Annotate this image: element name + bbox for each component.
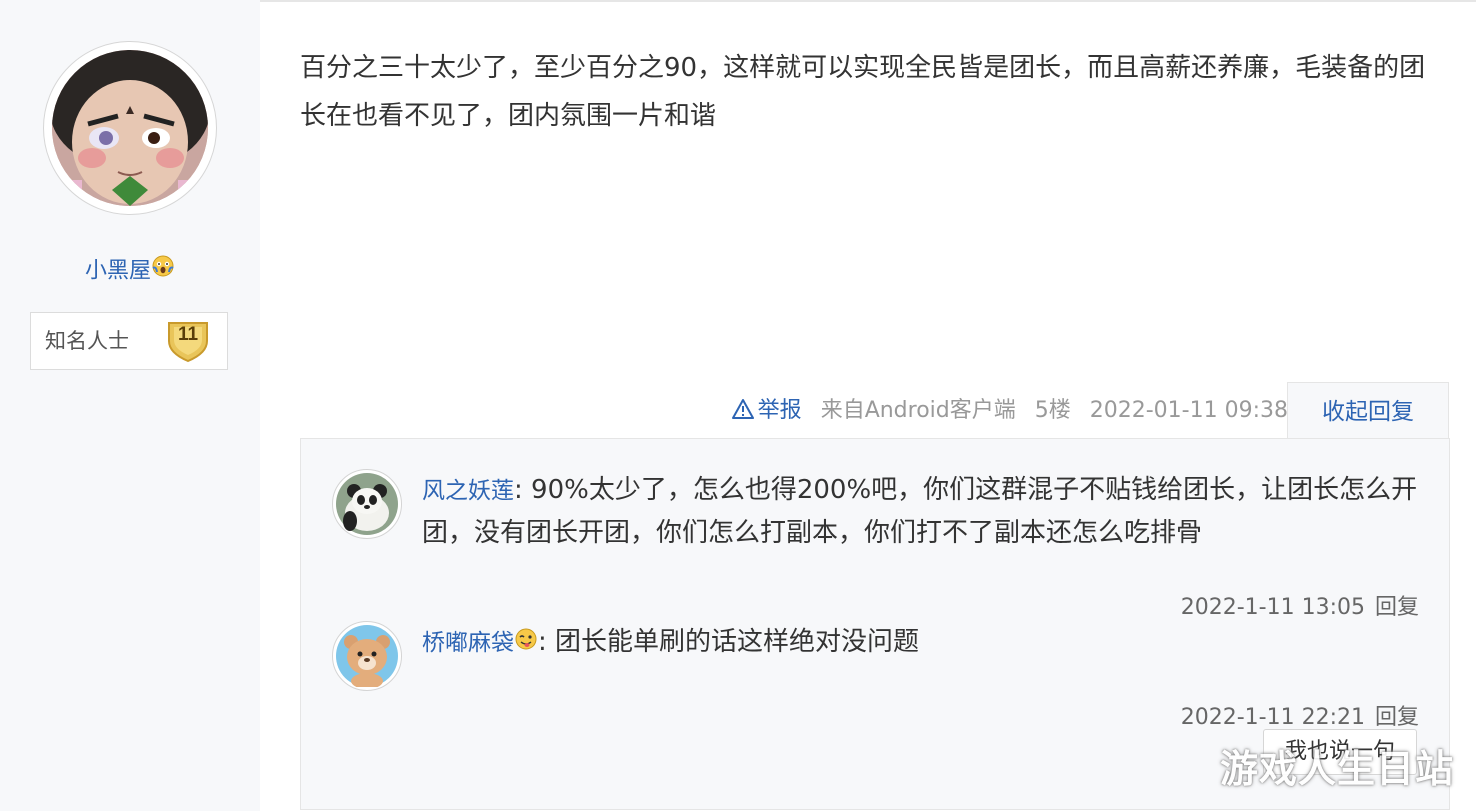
reply-content: 桥嘟麻袋 : 团长能单刷的话这样绝对没问题: [422, 621, 1422, 664]
report-label: 举报: [757, 398, 802, 423]
reply-time: 2022-1-11 13:05: [1180, 595, 1365, 620]
post-content: 百分之三十太少了，至少百分之90，这样就可以实现全民皆是团长，而且高薪还养廉，毛…: [300, 53, 1426, 131]
reply-avatar[interactable]: [332, 469, 402, 539]
warning-icon: [731, 397, 754, 431]
reply-avatar[interactable]: [332, 621, 402, 691]
reply-button[interactable]: 回复: [1375, 595, 1419, 620]
watermark: 游戏人生日站: [1219, 747, 1454, 791]
tongue-wink-emoji-icon: [514, 622, 538, 664]
reply-text: : 团长能单刷的话这样绝对没问题: [538, 627, 920, 657]
reply-button[interactable]: 回复: [1375, 705, 1419, 730]
reply-text: : 90%太少了，怎么也得200%吧，你们这群混子不贴钱给团长，让团长怎么开团，…: [422, 475, 1418, 548]
author-badge[interactable]: 知名人士 11: [30, 312, 228, 370]
reply-username[interactable]: 桥嘟麻袋: [422, 630, 514, 656]
reply-content: 风之妖莲: 90%太少了，怎么也得200%吧，你们这群混子不贴钱给团长，让团长怎…: [422, 469, 1422, 554]
report-link[interactable]: 举报: [731, 398, 802, 423]
post-time: 2022-01-11 09:38: [1089, 398, 1288, 423]
post-source: 来自Android客户端: [820, 398, 1016, 423]
badge-level-number: 11: [177, 324, 199, 345]
post-floor: 5楼: [1034, 398, 1071, 423]
author-name[interactable]: 小黑屋: [85, 259, 151, 284]
author-avatar[interactable]: [43, 41, 217, 215]
collapse-replies-button[interactable]: 收起回复: [1287, 382, 1449, 440]
badge-title: 知名人士: [45, 329, 129, 353]
panda-avatar-icon: [336, 473, 398, 535]
bear-avatar-icon: [336, 625, 398, 687]
author-name-row: 小黑屋: [0, 254, 260, 289]
reply-time: 2022-1-11 22:21: [1180, 705, 1365, 730]
scream-emoji-icon: [151, 254, 175, 289]
level-badge-icon: 11: [165, 319, 211, 363]
reply-username[interactable]: 风之妖莲: [422, 478, 514, 504]
post-tail: 举报 来自Android客户端 5楼 2022-01-11 09:38: [0, 394, 1288, 428]
calabash-avatar-image: [52, 50, 208, 206]
reply-meta: 2022-1-11 13:05 回复: [1181, 593, 1419, 623]
